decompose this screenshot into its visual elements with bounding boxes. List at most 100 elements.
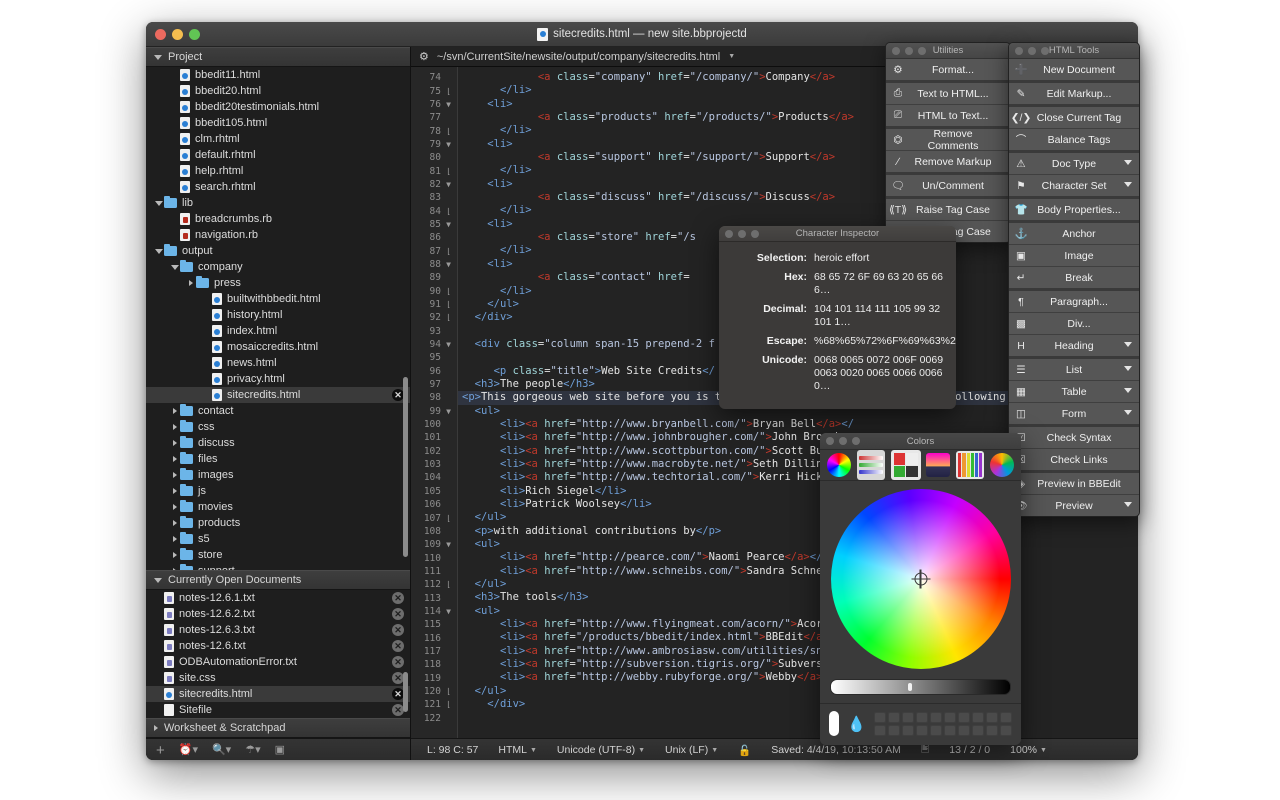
list-item[interactable]: bbedit20.html bbox=[146, 83, 410, 99]
palette-item[interactable]: ◈Preview in BBEdit bbox=[1009, 473, 1139, 495]
line-number[interactable]: 105 bbox=[411, 485, 457, 498]
chevron-right-icon[interactable] bbox=[173, 424, 177, 430]
close-window-button[interactable] bbox=[725, 229, 733, 238]
brightness-slider[interactable] bbox=[830, 679, 1011, 695]
sliders-icon[interactable] bbox=[856, 450, 885, 480]
selected-color-swatch[interactable] bbox=[829, 711, 840, 736]
chevron-right-icon[interactable] bbox=[189, 280, 193, 286]
disclosure-triangle[interactable] bbox=[154, 200, 164, 206]
sidebar-toolbar[interactable]: + ⏰▾ 🔍▾ ☂▾ ▣ bbox=[146, 738, 410, 760]
chevron-right-icon[interactable] bbox=[173, 488, 177, 494]
language-popup[interactable]: HTML ▼ bbox=[488, 744, 547, 756]
fold-collapse-icon[interactable]: ▼ bbox=[444, 407, 453, 416]
fold-end-icon[interactable]: ⌊ bbox=[444, 700, 453, 709]
close-document-button[interactable]: ✕ bbox=[392, 656, 404, 668]
line-number[interactable]: 101 bbox=[411, 431, 457, 444]
line-number[interactable]: 94 ▼ bbox=[411, 338, 457, 351]
chevron-down-icon[interactable] bbox=[171, 264, 179, 270]
close-document-button[interactable]: ✕ bbox=[392, 624, 404, 636]
disclosure-triangle[interactable] bbox=[170, 456, 180, 462]
zoom-window-button[interactable] bbox=[1041, 46, 1049, 55]
html-tools-window-controls[interactable] bbox=[1009, 46, 1049, 55]
code-line[interactable]: <li><a href="/products/bbedit/index.html… bbox=[458, 631, 1138, 644]
close-document-button[interactable]: ✕ bbox=[392, 640, 404, 652]
close-window-button[interactable] bbox=[892, 46, 900, 55]
line-number[interactable]: 99 ▼ bbox=[411, 405, 457, 418]
chevron-down-icon[interactable] bbox=[155, 248, 163, 254]
chevron-down-icon[interactable] bbox=[155, 200, 163, 206]
editor-status-bar[interactable]: L: 98 C: 57 HTML ▼ Unicode (UTF-8) ▼ Uni… bbox=[411, 738, 1138, 760]
color-swatch[interactable] bbox=[888, 724, 900, 736]
chevron-down-icon[interactable] bbox=[154, 54, 162, 60]
fold-end-icon[interactable]: ⌊ bbox=[444, 580, 453, 589]
chevron-right-icon[interactable] bbox=[173, 504, 177, 510]
list-item[interactable]: sitecredits.html ✕ bbox=[146, 686, 410, 702]
line-number[interactable]: 76 ▼ bbox=[411, 98, 457, 111]
chevron-right-icon[interactable] bbox=[173, 520, 177, 526]
crayon-wheel-icon[interactable] bbox=[990, 453, 1015, 477]
disclosure-triangle[interactable] bbox=[170, 520, 180, 526]
palette-item[interactable]: ⚑ Character Set bbox=[1009, 175, 1139, 196]
chevron-down-icon[interactable] bbox=[1124, 502, 1132, 507]
line-number[interactable]: 100 bbox=[411, 418, 457, 431]
line-number[interactable]: 107 ⌊ bbox=[411, 511, 457, 524]
swatch-strip[interactable] bbox=[874, 711, 1012, 736]
color-swatch[interactable] bbox=[916, 724, 928, 736]
list-item[interactable]: notes-12.6.3.txt ✕ bbox=[146, 622, 410, 638]
disclosure-triangle[interactable] bbox=[170, 504, 180, 510]
line-number[interactable]: 86 bbox=[411, 231, 457, 244]
utilities-window-controls[interactable] bbox=[886, 46, 926, 55]
line-number[interactable]: 119 bbox=[411, 671, 457, 684]
palette-item[interactable]: ∕ Remove Markup bbox=[886, 151, 1010, 172]
chevron-right-icon[interactable] bbox=[173, 552, 177, 558]
line-number[interactable]: 85 ▼ bbox=[411, 218, 457, 231]
code-line[interactable]: <li><a href="http://www.ambrosiasw.com/u… bbox=[458, 645, 1138, 658]
color-swatch[interactable] bbox=[972, 711, 984, 723]
fold-end-icon[interactable]: ⌊ bbox=[444, 687, 453, 696]
line-number[interactable]: 122 bbox=[411, 712, 457, 725]
chevron-right-icon[interactable] bbox=[173, 568, 177, 570]
color-swatch[interactable] bbox=[1000, 711, 1012, 723]
list-item[interactable]: store bbox=[146, 547, 410, 563]
line-number[interactable]: 96 bbox=[411, 365, 457, 378]
line-number[interactable]: 93 bbox=[411, 325, 457, 338]
line-number[interactable]: 114 ▼ bbox=[411, 605, 457, 618]
list-item[interactable]: support bbox=[146, 563, 410, 570]
close-window-button[interactable] bbox=[155, 28, 166, 40]
disclosure-triangle[interactable] bbox=[154, 248, 164, 254]
fold-end-icon[interactable]: ⌊ bbox=[444, 87, 453, 96]
eyedropper-icon[interactable]: 💧 bbox=[847, 715, 866, 733]
chevron-right-icon[interactable] bbox=[173, 440, 177, 446]
line-number[interactable]: 106 bbox=[411, 498, 457, 511]
list-item[interactable]: movies bbox=[146, 499, 410, 515]
line-number[interactable]: 79 ▼ bbox=[411, 138, 457, 151]
code-line[interactable]: <ul> bbox=[458, 538, 1138, 551]
palette-item[interactable]: 👕 Body Properties... bbox=[1009, 199, 1139, 220]
line-number[interactable]: 75 ⌊ bbox=[411, 84, 457, 97]
color-swatch[interactable] bbox=[972, 724, 984, 736]
line-number[interactable]: 90 ⌊ bbox=[411, 285, 457, 298]
line-number[interactable]: 83 bbox=[411, 191, 457, 204]
zoom-window-button[interactable] bbox=[918, 46, 926, 55]
fold-end-icon[interactable]: ⌊ bbox=[444, 300, 453, 309]
color-swatch[interactable] bbox=[944, 724, 956, 736]
line-number[interactable]: 74 bbox=[411, 71, 457, 84]
colors-window-controls[interactable] bbox=[820, 437, 860, 445]
close-window-button[interactable] bbox=[1015, 46, 1023, 55]
list-item[interactable]: bbedit20testimonials.html bbox=[146, 99, 410, 115]
line-number[interactable]: 78 ⌊ bbox=[411, 124, 457, 137]
brightness-slider-knob[interactable] bbox=[907, 683, 912, 691]
palette-item[interactable]: ▣ Image bbox=[1009, 245, 1139, 267]
list-item[interactable]: Sitefile ✕ bbox=[146, 702, 410, 718]
palettes-icon[interactable] bbox=[890, 450, 921, 480]
line-number[interactable]: 102 bbox=[411, 445, 457, 458]
list-item[interactable]: privacy.html bbox=[146, 371, 410, 387]
color-swatch[interactable] bbox=[888, 711, 900, 723]
fold-collapse-icon[interactable]: ▼ bbox=[444, 140, 453, 149]
color-swatch[interactable] bbox=[958, 724, 970, 736]
palette-item[interactable]: ⌒ Balance Tags bbox=[1009, 129, 1139, 150]
line-number[interactable]: 82 ▼ bbox=[411, 178, 457, 191]
fold-collapse-icon[interactable]: ▼ bbox=[444, 180, 453, 189]
document-path[interactable]: ~/svn/CurrentSite/newsite/output/company… bbox=[437, 51, 720, 63]
line-number[interactable]: 108 bbox=[411, 525, 457, 538]
